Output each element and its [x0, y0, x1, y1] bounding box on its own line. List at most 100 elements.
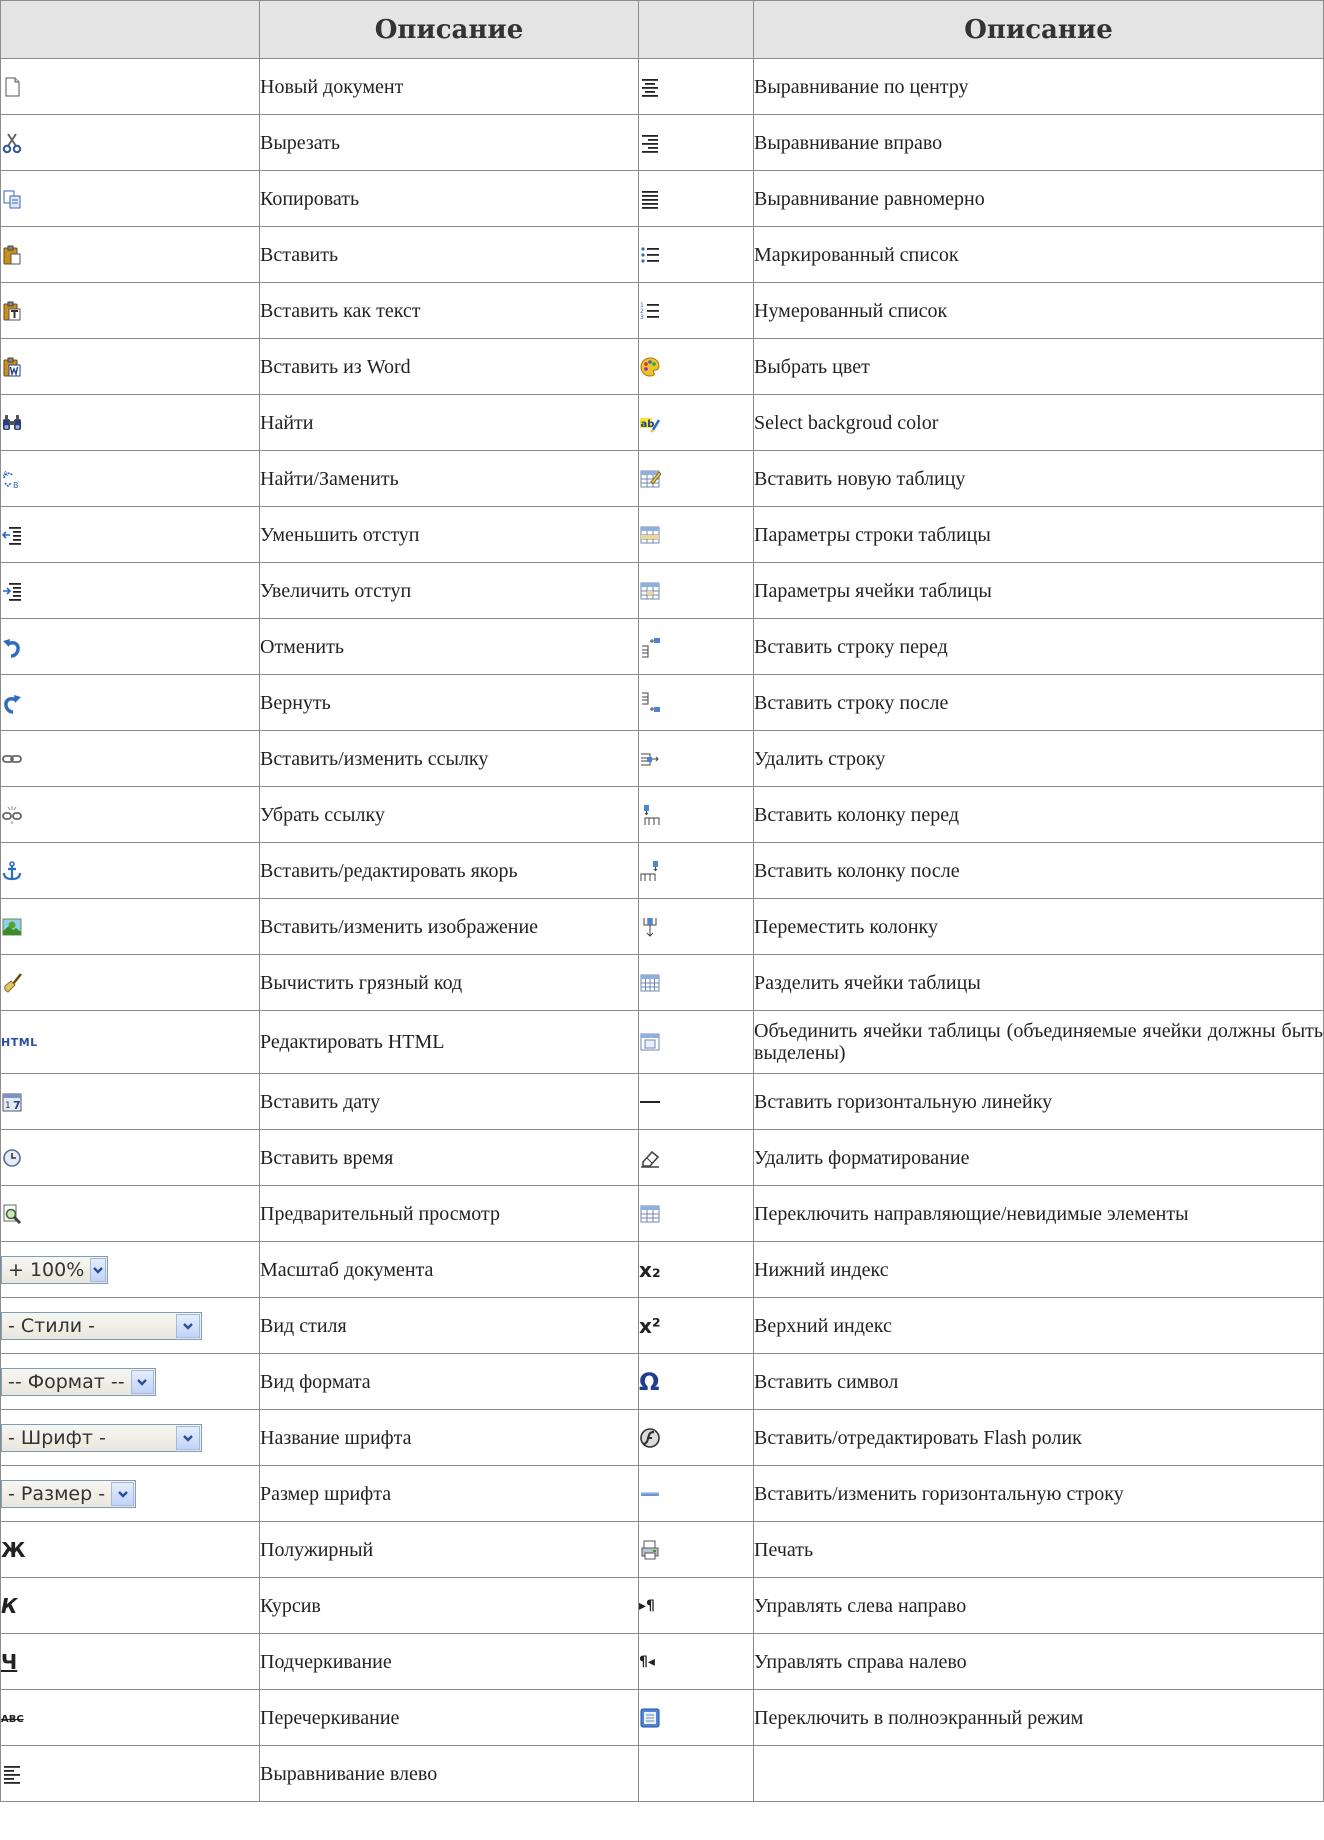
rtl-icon: ¶◂	[639, 1653, 655, 1670]
bold-icon: Ж	[1, 1537, 26, 1562]
right-icon-cell	[638, 898, 754, 955]
right-icon-cell: x²	[638, 1297, 754, 1354]
left-description: Вставить дату	[259, 1073, 639, 1130]
cleanup-icon	[1, 972, 23, 994]
header-icon-cell-left	[0, 0, 260, 59]
left-icon-cell	[0, 226, 260, 283]
table-row: -- Формат -- Вид формата Ω Вставить символ	[0, 1353, 1324, 1410]
chevron-down-icon[interactable]	[111, 1481, 134, 1506]
svg-text:3: 3	[640, 314, 644, 321]
right-description: Вставить символ	[753, 1353, 1324, 1410]
right-icon-cell	[638, 506, 754, 563]
header-description-left: Описание	[259, 0, 639, 59]
left-icon-cell: - Размер -	[0, 1465, 260, 1522]
left-icon-cell	[0, 338, 260, 395]
left-description: Перечеркивание	[259, 1689, 639, 1746]
right-icon-cell	[638, 450, 754, 507]
dropdown-select[interactable]: -- Формат --	[1, 1367, 156, 1396]
svg-text:7: 7	[13, 1099, 21, 1112]
remove-format-icon	[639, 1147, 661, 1169]
split-cells-icon	[639, 972, 661, 994]
svg-text:B: B	[13, 481, 19, 490]
chevron-down-icon[interactable]	[90, 1257, 106, 1282]
flash-icon	[639, 1427, 661, 1449]
row-before-icon	[639, 636, 661, 658]
left-icon-cell: 17	[0, 1073, 260, 1130]
right-icon-cell	[638, 1129, 754, 1186]
left-icon-cell	[0, 842, 260, 899]
left-description: Предварительный просмотр	[259, 1185, 639, 1242]
chevron-down-icon[interactable]	[176, 1313, 200, 1338]
superscript-icon: x²	[639, 1313, 661, 1338]
table-row: Вырезать Выравнивание вправо	[0, 114, 1324, 171]
left-icon-cell	[0, 1129, 260, 1186]
find-icon	[1, 412, 23, 434]
left-description: Найти/Заменить	[259, 450, 639, 507]
left-icon-cell	[0, 618, 260, 675]
left-description: Отменить	[259, 618, 639, 675]
table-row: Вернуть Вставить строку после	[0, 674, 1324, 731]
right-description: Вставить новую таблицу	[753, 450, 1324, 507]
left-icon-cell: - Шрифт -	[0, 1409, 260, 1466]
table-row: Отменить Вставить строку перед	[0, 618, 1324, 675]
underline-icon: Ч	[1, 1649, 18, 1674]
table-row: Копировать Выравнивание равномерно	[0, 170, 1324, 227]
chevron-down-icon[interactable]	[176, 1425, 200, 1450]
chevron-down-icon[interactable]	[130, 1369, 154, 1394]
svg-text:1: 1	[5, 1101, 11, 1111]
right-icon-cell	[638, 786, 754, 843]
left-icon-cell	[0, 506, 260, 563]
left-icon-cell	[0, 170, 260, 227]
right-description: Параметры строки таблицы	[753, 506, 1324, 563]
right-description: Разделить ячейки таблицы	[753, 954, 1324, 1011]
right-description: Верхний индекс	[753, 1297, 1324, 1354]
right-description: Select backgroud color	[753, 394, 1324, 451]
dropdown-select[interactable]: - Стили -	[1, 1311, 202, 1340]
left-description: Вид стиля	[259, 1297, 639, 1354]
right-icon-cell	[638, 730, 754, 787]
left-icon-cell: HTML	[0, 1010, 260, 1074]
right-description: Выбрать цвет	[753, 338, 1324, 395]
right-icon-cell	[638, 58, 754, 115]
left-description: Выравнивание влево	[259, 1745, 639, 1802]
right-description: Вставить/отредактировать Flash ролик	[753, 1409, 1324, 1466]
right-icon-cell	[638, 114, 754, 171]
right-icon-cell	[638, 1185, 754, 1242]
left-description: Новый документ	[259, 58, 639, 115]
table-row: - Размер - Размер шрифта Вставить/изменить…	[0, 1465, 1324, 1522]
right-description: Маркированный список	[753, 226, 1324, 283]
right-description: Вставить колонку после	[753, 842, 1324, 899]
table-row: Вставить Маркированный список	[0, 226, 1324, 283]
right-description: Переместить колонку	[753, 898, 1324, 955]
table-row: Вычистить грязный код Разделить ячейки та…	[0, 954, 1324, 1011]
right-description: Переключить в полноэкранный режим	[753, 1689, 1324, 1746]
dropdown-value: -- Формат --	[8, 1370, 125, 1393]
right-icon-cell	[638, 618, 754, 675]
right-description: Удалить строку	[753, 730, 1324, 787]
omega-icon: Ω	[639, 1367, 660, 1396]
image-icon	[1, 916, 23, 938]
unlink-icon	[1, 804, 23, 826]
right-icon-cell: ▸¶	[638, 1577, 754, 1634]
insert-date-icon: 17	[1, 1091, 23, 1113]
dropdown-select[interactable]: + 100%	[1, 1255, 108, 1284]
dropdown-select[interactable]: - Шрифт -	[1, 1423, 202, 1452]
left-description: Вставить из Word	[259, 338, 639, 395]
table-row: + 100% Масштаб документа x₂ Нижний индекс	[0, 1241, 1324, 1298]
right-icon-cell: ¶◂	[638, 1633, 754, 1690]
left-description: Убрать ссылку	[259, 786, 639, 843]
preview-icon	[1, 1203, 23, 1225]
left-icon-cell	[0, 114, 260, 171]
paste-text-icon	[1, 300, 23, 322]
left-description: Найти	[259, 394, 639, 451]
left-description: Название шрифта	[259, 1409, 639, 1466]
table-row: Вставить/изменить изображение Переместить…	[0, 898, 1324, 955]
svg-text:ab: ab	[641, 419, 655, 430]
cut-icon	[1, 132, 23, 154]
dropdown-select[interactable]: - Размер -	[1, 1479, 136, 1508]
strikethrough-icon: ABC	[1, 1713, 24, 1725]
toolbar-reference-table: Описание Описание Новый документ Выравнив…	[0, 0, 1324, 1802]
indent-icon	[1, 580, 23, 602]
left-icon-cell: + 100%	[0, 1241, 260, 1298]
right-description: Объединить ячейки таблицы (объединяемые …	[753, 1010, 1324, 1074]
